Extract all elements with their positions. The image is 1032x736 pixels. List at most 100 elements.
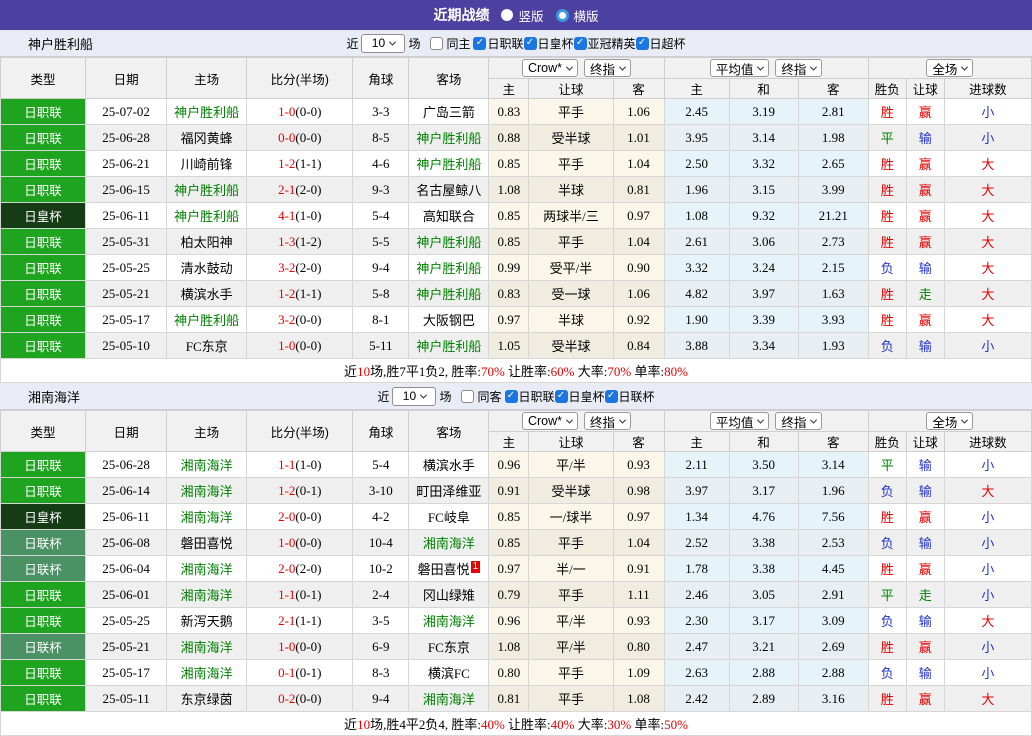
league-checkbox-label: 日皇杯: [569, 388, 605, 405]
cell-result-handicap: 赢: [906, 634, 944, 660]
cell-type: 日皇杯: [1, 203, 86, 229]
recent-count-value: 10: [372, 36, 385, 50]
cell-date: 25-06-11: [86, 504, 167, 530]
scope-select[interactable]: 全场: [926, 59, 973, 77]
away-team-name: 湘南海洋: [423, 692, 475, 707]
avg-index-select[interactable]: 终指: [775, 412, 822, 430]
cell-home-team: 磐田喜悦: [167, 530, 247, 556]
cell-odds-away: 0.97: [613, 203, 664, 229]
cell-handicap-line: 平手: [529, 229, 613, 255]
cell-result-goals: 小: [944, 504, 1031, 530]
chevron-down-icon: [810, 63, 817, 70]
league-checkbox[interactable]: ✓: [555, 390, 568, 403]
crow-company-select[interactable]: Crow*: [522, 412, 578, 430]
cell-away-team: 湘南海洋: [409, 530, 489, 556]
cell-avg-draw: 3.14: [729, 125, 798, 151]
vertical-radio[interactable]: 竖版: [501, 6, 543, 25]
avg-select[interactable]: 平均值: [710, 412, 770, 430]
cell-odds-home: 1.05: [489, 333, 529, 359]
cell-result-wdl: 平: [868, 125, 906, 151]
league-checkbox[interactable]: ✓: [505, 390, 518, 403]
scope-value: 全场: [932, 59, 957, 78]
full-time-score: 1-2: [278, 286, 295, 301]
cell-odds-home: 0.85: [489, 229, 529, 255]
cell-avg-home: 2.45: [664, 99, 729, 125]
recent-count-select[interactable]: 10: [392, 387, 436, 406]
cell-avg-away: 2.65: [798, 151, 868, 177]
cell-type: 日职联: [1, 229, 86, 255]
cell-avg-away: 3.14: [798, 452, 868, 478]
cell-avg-draw: 3.50: [729, 452, 798, 478]
league-checkbox-label: 亚冠精英: [588, 35, 636, 52]
same-side-checkbox[interactable]: [430, 37, 443, 50]
horizontal-radio[interactable]: 横版: [556, 6, 599, 25]
cell-away-team: 神户胜利船: [409, 255, 489, 281]
cell-home-team: 柏太阳神: [167, 229, 247, 255]
cell-handicap-line: 平手: [529, 582, 613, 608]
crow-index-select[interactable]: 终指: [584, 412, 631, 430]
half-time-score: (2-0): [295, 561, 321, 576]
cell-result-wdl: 负: [868, 333, 906, 359]
cell-handicap-line: 受半球: [529, 333, 613, 359]
col-home: 主场: [167, 411, 247, 452]
cell-odds-home: 0.81: [489, 686, 529, 712]
cell-home-team: 湘南海洋: [167, 478, 247, 504]
cell-date: 25-07-02: [86, 99, 167, 125]
cell-avg-draw: 3.38: [729, 530, 798, 556]
cell-avg-away: 3.93: [798, 307, 868, 333]
league-filter: ✓日职联: [473, 35, 523, 52]
crow-company-select[interactable]: Crow*: [522, 59, 578, 77]
cell-home-team: 湘南海洋: [167, 504, 247, 530]
scope-select[interactable]: 全场: [926, 412, 973, 430]
avg-index-value: 终指: [781, 59, 806, 78]
summary-stat-text: 单率:: [631, 717, 664, 732]
league-checkbox[interactable]: ✓: [574, 37, 587, 50]
summary-stat-value: 60%: [551, 364, 575, 379]
avg-select[interactable]: 平均值: [710, 59, 770, 77]
league-checkbox[interactable]: ✓: [605, 390, 618, 403]
cell-date: 25-06-28: [86, 452, 167, 478]
cell-corners: 10-4: [353, 530, 409, 556]
league-checkbox[interactable]: ✓: [473, 37, 486, 50]
cell-result-wdl: 胜: [868, 151, 906, 177]
half-time-score: (0-0): [295, 338, 321, 353]
cell-result-wdl: 负: [868, 660, 906, 686]
cell-odds-home: 0.85: [489, 203, 529, 229]
crow-index-value: 终指: [590, 59, 615, 78]
league-checkbox[interactable]: ✓: [636, 37, 649, 50]
cell-odds-home: 0.97: [489, 307, 529, 333]
cell-result-handicap: 赢: [906, 307, 944, 333]
league-filter: ✓日超杯: [636, 35, 686, 52]
cell-odds-home: 0.80: [489, 660, 529, 686]
cell-corners: 4-2: [353, 504, 409, 530]
cell-result-handicap: 输: [906, 608, 944, 634]
crow-index-select[interactable]: 终指: [584, 59, 631, 77]
league-filter: ✓亚冠精英: [574, 35, 636, 52]
cell-home-team: 湘南海洋: [167, 582, 247, 608]
league-checkbox[interactable]: ✓: [524, 37, 537, 50]
cell-away-team: 冈山绿雉: [409, 582, 489, 608]
same-side-checkbox[interactable]: [461, 390, 474, 403]
scope-value: 全场: [932, 412, 957, 431]
full-time-score: 2-0: [278, 561, 295, 576]
cell-result-handicap: 走: [906, 582, 944, 608]
cell-home-team: 东京绿茵: [167, 686, 247, 712]
cell-score: 1-0(0-0): [247, 530, 353, 556]
away-team-name: FC东京: [428, 640, 470, 655]
section-kobe: 神户胜利船 近 10 场 同主 ✓日职联✓日皇杯✓亚冠精英✓日超杯: [0, 30, 1032, 383]
cell-score: 3-2(0-0): [247, 307, 353, 333]
summary-stat-text: 大率:: [575, 717, 608, 732]
cell-result-handicap: 输: [906, 478, 944, 504]
cell-date: 25-05-25: [86, 608, 167, 634]
chevron-down-icon: [566, 63, 573, 70]
cell-date: 25-06-11: [86, 203, 167, 229]
away-team-name: 神户胜利船: [416, 131, 481, 146]
cell-date: 25-06-14: [86, 478, 167, 504]
table-row: 日职联25-05-21横滨水手1-2(1-1)5-8神户胜利船0.83受一球1.…: [1, 281, 1032, 307]
cell-home-team: 神户胜利船: [167, 177, 247, 203]
recent-count-value: 10: [403, 389, 416, 403]
recent-count-select[interactable]: 10: [361, 34, 405, 53]
table-row: 日职联25-05-10FC东京1-0(0-0)5-11神户胜利船1.05受半球0…: [1, 333, 1032, 359]
cell-avg-draw: 3.05: [729, 582, 798, 608]
avg-index-select[interactable]: 终指: [775, 59, 822, 77]
